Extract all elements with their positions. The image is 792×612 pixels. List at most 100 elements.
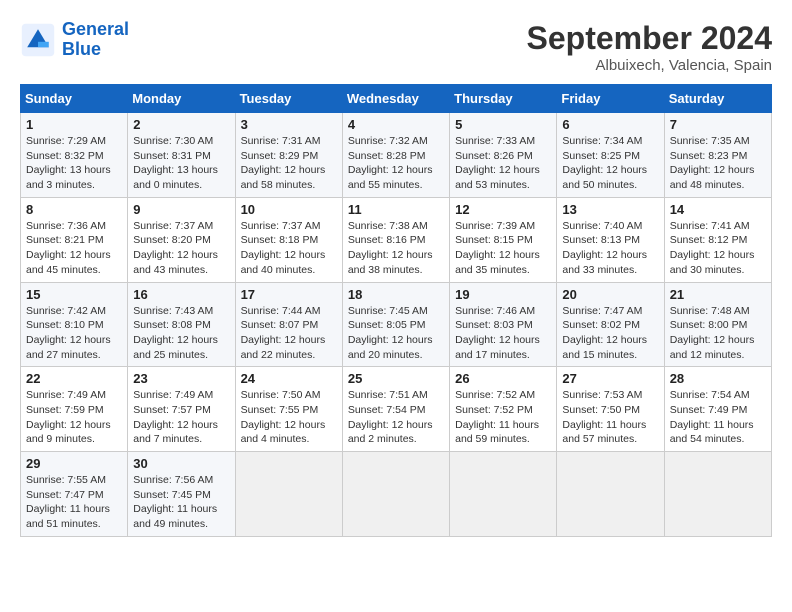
header-thursday: Thursday xyxy=(450,85,557,113)
calendar-cell: 17Sunrise: 7:44 AMSunset: 8:07 PMDayligh… xyxy=(235,282,342,367)
calendar-cell: 1Sunrise: 7:29 AMSunset: 8:32 PMDaylight… xyxy=(21,113,128,198)
calendar-cell: 27 Sunrise: 7:53 AMSunset: 7:50 PMDayligh… xyxy=(557,367,664,452)
day-number: 28 xyxy=(670,371,766,386)
day-number: 21 xyxy=(670,287,766,302)
calendar-cell xyxy=(557,452,664,537)
day-detail: Sunrise: 7:31 AMSunset: 8:29 PMDaylight:… xyxy=(241,134,337,193)
logo-icon xyxy=(20,22,56,58)
day-detail: Sunrise: 7:53 AMSunset: 7:50 PMDaylight:… xyxy=(562,388,658,447)
day-number: 6 xyxy=(562,117,658,132)
calendar-cell: 20 Sunrise: 7:47 AMSunset: 8:02 PMDayligh… xyxy=(557,282,664,367)
day-detail: Sunrise: 7:39 AMSunset: 8:15 PMDaylight:… xyxy=(455,219,551,278)
page-header: GeneralBlue September 2024 Albuixech, Va… xyxy=(20,20,772,74)
header-monday: Monday xyxy=(128,85,235,113)
day-detail: Sunrise: 7:55 AMSunset: 7:47 PMDaylight:… xyxy=(26,473,122,532)
header-friday: Friday xyxy=(557,85,664,113)
calendar-cell: 30 Sunrise: 7:56 AMSunset: 7:45 PMDayligh… xyxy=(128,452,235,537)
day-detail: Sunrise: 7:49 AMSunset: 7:59 PMDaylight:… xyxy=(26,388,122,447)
day-number: 24 xyxy=(241,371,337,386)
calendar-cell: 10 Sunrise: 7:37 AMSunset: 8:18 PMDayligh… xyxy=(235,197,342,282)
day-number: 10 xyxy=(241,202,337,217)
day-number: 11 xyxy=(348,202,444,217)
day-number: 2 xyxy=(133,117,229,132)
day-detail: Sunrise: 7:49 AMSunset: 7:57 PMDaylight:… xyxy=(133,388,229,447)
day-number: 17 xyxy=(241,287,337,302)
day-detail: Sunrise: 7:38 AMSunset: 8:16 PMDaylight:… xyxy=(348,219,444,278)
calendar-cell xyxy=(664,452,771,537)
calendar-week-row: 1Sunrise: 7:29 AMSunset: 8:32 PMDaylight… xyxy=(21,113,772,198)
calendar-header-row: SundayMondayTuesdayWednesdayThursdayFrid… xyxy=(21,85,772,113)
calendar-cell: 3 Sunrise: 7:31 AMSunset: 8:29 PMDaylight… xyxy=(235,113,342,198)
day-detail: Sunrise: 7:35 AMSunset: 8:23 PMDaylight:… xyxy=(670,134,766,193)
day-number: 12 xyxy=(455,202,551,217)
day-detail: Sunrise: 7:46 AMSunset: 8:03 PMDaylight:… xyxy=(455,304,551,363)
month-title: September 2024 xyxy=(527,20,772,57)
logo: GeneralBlue xyxy=(20,20,129,60)
calendar-cell: 9Sunrise: 7:37 AMSunset: 8:20 PMDaylight… xyxy=(128,197,235,282)
day-detail: Sunrise: 7:51 AMSunset: 7:54 PMDaylight:… xyxy=(348,388,444,447)
day-detail: Sunrise: 7:36 AMSunset: 8:21 PMDaylight:… xyxy=(26,219,122,278)
day-number: 9 xyxy=(133,202,229,217)
day-detail: Sunrise: 7:37 AMSunset: 8:18 PMDaylight:… xyxy=(241,219,337,278)
calendar-cell xyxy=(450,452,557,537)
header-sunday: Sunday xyxy=(21,85,128,113)
day-detail: Sunrise: 7:48 AMSunset: 8:00 PMDaylight:… xyxy=(670,304,766,363)
day-number: 25 xyxy=(348,371,444,386)
day-detail: Sunrise: 7:34 AMSunset: 8:25 PMDaylight:… xyxy=(562,134,658,193)
day-detail: Sunrise: 7:33 AMSunset: 8:26 PMDaylight:… xyxy=(455,134,551,193)
calendar-cell: 16Sunrise: 7:43 AMSunset: 8:08 PMDayligh… xyxy=(128,282,235,367)
day-number: 22 xyxy=(26,371,122,386)
day-number: 7 xyxy=(670,117,766,132)
day-detail: Sunrise: 7:41 AMSunset: 8:12 PMDaylight:… xyxy=(670,219,766,278)
day-detail: Sunrise: 7:40 AMSunset: 8:13 PMDaylight:… xyxy=(562,219,658,278)
calendar-table: SundayMondayTuesdayWednesdayThursdayFrid… xyxy=(20,84,772,537)
day-detail: Sunrise: 7:47 AMSunset: 8:02 PMDaylight:… xyxy=(562,304,658,363)
calendar-cell: 23 Sunrise: 7:49 AMSunset: 7:57 PMDayligh… xyxy=(128,367,235,452)
calendar-cell: 11 Sunrise: 7:38 AMSunset: 8:16 PMDayligh… xyxy=(342,197,449,282)
day-detail: Sunrise: 7:50 AMSunset: 7:55 PMDaylight:… xyxy=(241,388,337,447)
day-number: 26 xyxy=(455,371,551,386)
header-tuesday: Tuesday xyxy=(235,85,342,113)
day-number: 8 xyxy=(26,202,122,217)
day-detail: Sunrise: 7:52 AMSunset: 7:52 PMDaylight:… xyxy=(455,388,551,447)
day-detail: Sunrise: 7:54 AMSunset: 7:49 PMDaylight:… xyxy=(670,388,766,447)
day-number: 30 xyxy=(133,456,229,471)
day-number: 20 xyxy=(562,287,658,302)
calendar-cell: 14 Sunrise: 7:41 AMSunset: 8:12 PMDayligh… xyxy=(664,197,771,282)
calendar-cell: 6 Sunrise: 7:34 AMSunset: 8:25 PMDaylight… xyxy=(557,113,664,198)
day-number: 14 xyxy=(670,202,766,217)
calendar-cell: 5Sunrise: 7:33 AMSunset: 8:26 PMDaylight… xyxy=(450,113,557,198)
calendar-cell: 12 Sunrise: 7:39 AMSunset: 8:15 PMDayligh… xyxy=(450,197,557,282)
day-number: 23 xyxy=(133,371,229,386)
day-detail: Sunrise: 7:56 AMSunset: 7:45 PMDaylight:… xyxy=(133,473,229,532)
day-number: 19 xyxy=(455,287,551,302)
calendar-cell: 15 Sunrise: 7:42 AMSunset: 8:10 PMDayligh… xyxy=(21,282,128,367)
day-number: 27 xyxy=(562,371,658,386)
calendar-cell: 21 Sunrise: 7:48 AMSunset: 8:00 PMDayligh… xyxy=(664,282,771,367)
calendar-cell: 18 Sunrise: 7:45 AMSunset: 8:05 PMDayligh… xyxy=(342,282,449,367)
day-number: 18 xyxy=(348,287,444,302)
calendar-cell: 24 Sunrise: 7:50 AMSunset: 7:55 PMDayligh… xyxy=(235,367,342,452)
day-number: 29 xyxy=(26,456,122,471)
header-saturday: Saturday xyxy=(664,85,771,113)
calendar-cell: 8 Sunrise: 7:36 AMSunset: 8:21 PMDaylight… xyxy=(21,197,128,282)
calendar-cell: 19 Sunrise: 7:46 AMSunset: 8:03 PMDayligh… xyxy=(450,282,557,367)
logo-text: GeneralBlue xyxy=(62,20,129,60)
header-wednesday: Wednesday xyxy=(342,85,449,113)
day-number: 13 xyxy=(562,202,658,217)
title-block: September 2024 Albuixech, Valencia, Spai… xyxy=(527,20,772,74)
day-number: 4 xyxy=(348,117,444,132)
day-number: 3 xyxy=(241,117,337,132)
calendar-week-row: 29 Sunrise: 7:55 AMSunset: 7:47 PMDayligh… xyxy=(21,452,772,537)
day-number: 16 xyxy=(133,287,229,302)
day-number: 1 xyxy=(26,117,122,132)
day-number: 15 xyxy=(26,287,122,302)
calendar-cell: 25 Sunrise: 7:51 AMSunset: 7:54 PMDayligh… xyxy=(342,367,449,452)
calendar-cell xyxy=(235,452,342,537)
day-detail: Sunrise: 7:42 AMSunset: 8:10 PMDaylight:… xyxy=(26,304,122,363)
calendar-week-row: 8 Sunrise: 7:36 AMSunset: 8:21 PMDaylight… xyxy=(21,197,772,282)
calendar-cell: 2Sunrise: 7:30 AMSunset: 8:31 PMDaylight… xyxy=(128,113,235,198)
calendar-cell xyxy=(342,452,449,537)
day-detail: Sunrise: 7:45 AMSunset: 8:05 PMDaylight:… xyxy=(348,304,444,363)
calendar-cell: 13 Sunrise: 7:40 AMSunset: 8:13 PMDayligh… xyxy=(557,197,664,282)
